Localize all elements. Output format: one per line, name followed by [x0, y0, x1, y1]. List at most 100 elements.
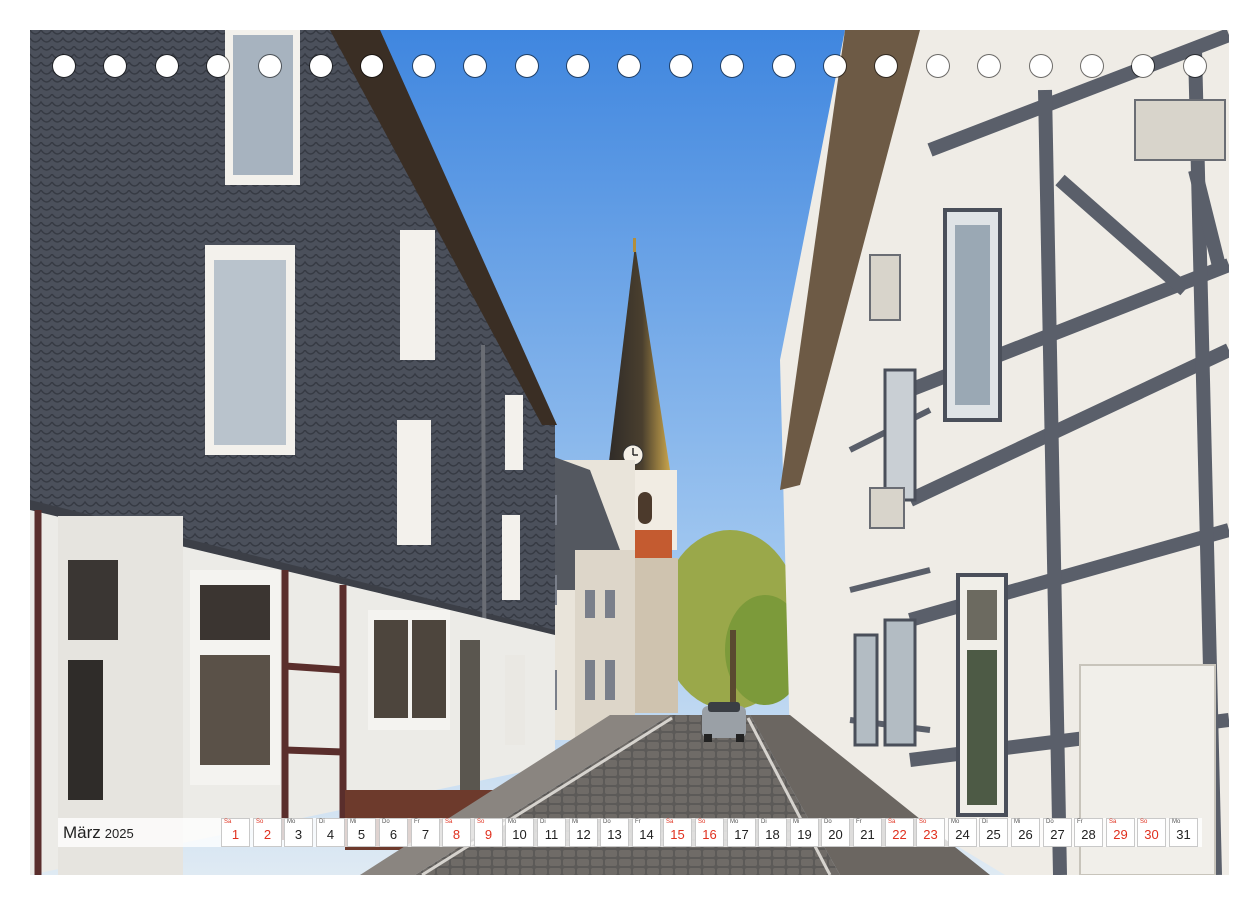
weekday-abbr: Mo [287, 819, 296, 825]
binding-hole [618, 55, 640, 77]
weekday-abbr: Sa [666, 819, 674, 825]
calendar-day: Do 6 [379, 818, 408, 847]
binding-hole [927, 55, 949, 77]
day-number: 14 [639, 827, 654, 842]
day-number: 30 [1144, 827, 1159, 842]
weekday-abbr: Mo [730, 819, 739, 825]
binding-hole [875, 55, 897, 77]
weekday-abbr: Mi [572, 819, 579, 825]
calendar-day: Fr 21 [853, 818, 882, 847]
weekday-abbr: Do [1046, 819, 1054, 825]
day-number: 11 [544, 827, 559, 842]
calendar-day: Mo 10 [505, 818, 534, 847]
calendar-day: Sa 1 [221, 818, 250, 847]
binding-hole [156, 55, 178, 77]
day-number: 28 [1081, 827, 1096, 842]
calendar-day: So 30 [1137, 818, 1166, 847]
calendar-day: Do 20 [821, 818, 850, 847]
weekday-abbr: So [698, 819, 706, 825]
day-number: 19 [797, 827, 812, 842]
calendar-day: Di 11 [537, 818, 566, 847]
calendar-day: Mo 31 [1169, 818, 1198, 847]
calendar-day: So 16 [695, 818, 724, 847]
day-number: 3 [294, 827, 303, 842]
day-number: 27 [1050, 827, 1065, 842]
day-number: 22 [892, 827, 907, 842]
calendar-day: Mi 12 [569, 818, 598, 847]
binding-hole [464, 55, 486, 77]
calendar-day: Mi 19 [790, 818, 819, 847]
weekday-abbr: Sa [888, 819, 896, 825]
calendar-day: Mi 26 [1011, 818, 1040, 847]
calendar-day: So 9 [474, 818, 503, 847]
right-timber-house [780, 30, 1229, 875]
calendar-month-label: März 2025 [63, 820, 134, 846]
binding-hole [207, 55, 229, 77]
day-number: 16 [702, 827, 717, 842]
day-number: 17 [734, 827, 749, 842]
binding-hole [516, 55, 538, 77]
calendar-day: Mo 24 [948, 818, 977, 847]
calendar-day: So 23 [916, 818, 945, 847]
calendar-day: Do 27 [1043, 818, 1072, 847]
day-number: 31 [1176, 827, 1191, 842]
calendar-day: Mo 3 [284, 818, 313, 847]
calendar-day: Sa 8 [442, 818, 471, 847]
weekday-abbr: Di [761, 819, 767, 825]
calendar-day: Sa 15 [663, 818, 692, 847]
calendar-day: Fr 28 [1074, 818, 1103, 847]
binding-hole [1030, 55, 1052, 77]
weekday-abbr: Mi [793, 819, 800, 825]
year: 2025 [104, 826, 134, 841]
day-number: 9 [484, 827, 493, 842]
binding-hole [721, 55, 743, 77]
calendar-day: Di 25 [979, 818, 1008, 847]
weekday-abbr: Mi [350, 819, 357, 825]
binding-hole [104, 55, 126, 77]
weekday-abbr: Di [319, 819, 325, 825]
day-number: 6 [389, 827, 398, 842]
weekday-abbr: So [919, 819, 927, 825]
binding-hole [824, 55, 846, 77]
calendar-day: Do 13 [600, 818, 629, 847]
binding-hole [53, 55, 75, 77]
calendar-day: Fr 14 [632, 818, 661, 847]
binding-hole [259, 55, 281, 77]
calendar-day: Fr 7 [411, 818, 440, 847]
day-number: 5 [357, 827, 366, 842]
calendar-day: Di 18 [758, 818, 787, 847]
day-number: 26 [1018, 827, 1033, 842]
day-number: 8 [452, 827, 461, 842]
weekday-abbr: Sa [224, 819, 232, 825]
calendar-day: So 2 [253, 818, 282, 847]
binding-hole [670, 55, 692, 77]
weekday-abbr: Do [824, 819, 832, 825]
weekday-abbr: Fr [414, 819, 420, 825]
day-number: 10 [512, 827, 527, 842]
calendar-day: Di 4 [316, 818, 345, 847]
day-number: 12 [576, 827, 591, 842]
day-number: 23 [923, 827, 938, 842]
weekday-abbr: Do [603, 819, 611, 825]
day-number: 25 [986, 827, 1001, 842]
weekday-abbr: Fr [856, 819, 862, 825]
day-number: 1 [231, 827, 240, 842]
day-number: 18 [765, 827, 780, 842]
binding-hole [1132, 55, 1154, 77]
binding-hole [978, 55, 1000, 77]
weekday-abbr: Mi [1014, 819, 1021, 825]
day-number: 24 [955, 827, 970, 842]
parked-car [702, 702, 746, 742]
weekday-abbr: Di [982, 819, 988, 825]
weekday-abbr: Di [540, 819, 546, 825]
binding-hole [310, 55, 332, 77]
weekday-abbr: So [256, 819, 264, 825]
weekday-abbr: Sa [1109, 819, 1117, 825]
day-number: 29 [1113, 827, 1128, 842]
weekday-abbr: Mo [1172, 819, 1181, 825]
day-number: 4 [326, 827, 335, 842]
weekday-abbr: Do [382, 819, 390, 825]
weekday-abbr: Fr [635, 819, 641, 825]
calendar-day: Mo 17 [727, 818, 756, 847]
day-number: 13 [607, 827, 622, 842]
